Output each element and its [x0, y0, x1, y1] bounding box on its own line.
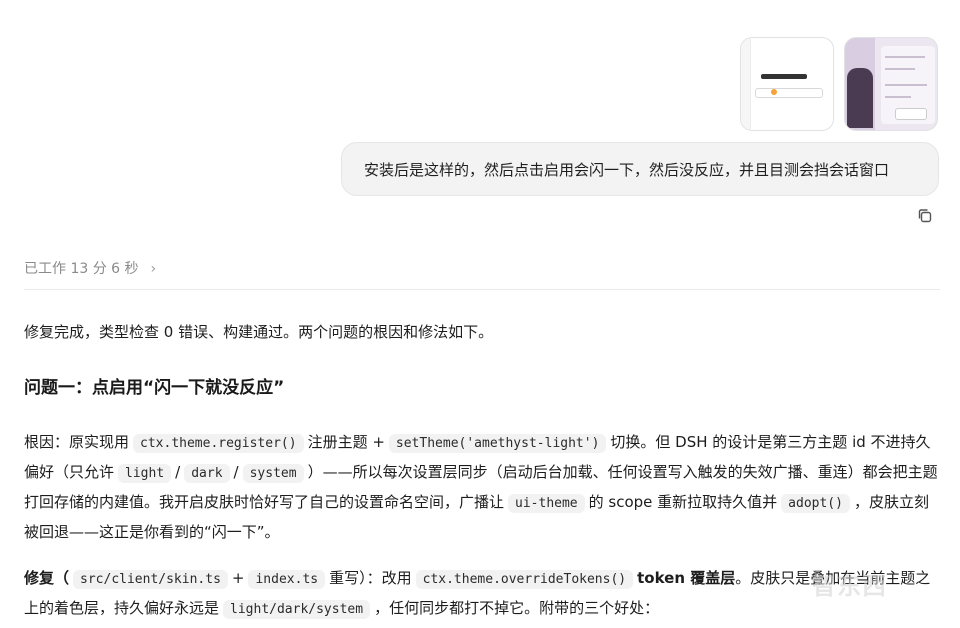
issue-heading: 问题一：点启用“闪一下就没反应” — [24, 378, 285, 398]
inline-code: setTheme('amethyst-light') — [388, 434, 607, 453]
inline-code: light — [118, 464, 172, 483]
work-duration-toggle[interactable]: 已工作 13 分 6 秒 › — [24, 258, 156, 278]
inline-code: ctx.theme.register() — [133, 434, 304, 453]
chevron-right-icon: › — [150, 261, 157, 277]
inline-code: adopt() — [781, 494, 850, 513]
inline-code: system — [242, 464, 304, 483]
attachment-thumbnails — [740, 37, 938, 131]
thumb-line — [885, 68, 915, 70]
thumb-sidebar — [741, 38, 751, 130]
inline-code: src/client/skin.ts — [73, 570, 228, 589]
thumb-switch — [895, 108, 927, 120]
fix-paragraph: 修复（ src/client/skin.ts + index.ts 重写）：改用 ctx.… — [24, 569, 931, 619]
work-duration-label: 已工作 13 分 6 秒 — [24, 261, 139, 277]
cause-paragraph: 根因：原实现用 ctx.theme.register() 注册主题 + setThem… — [24, 433, 938, 541]
inline-code: index.ts — [248, 570, 326, 589]
attachment-thumbnail-2[interactable] — [844, 37, 938, 131]
user-message-bubble: 安装后是这样的，然后点击启用会闪一下，然后没反应，并且目测会挡会话窗口 — [341, 142, 939, 196]
copy-icon[interactable] — [916, 207, 934, 225]
inline-code: ctx.theme.overrideTokens() — [415, 570, 634, 589]
thumb-line — [885, 84, 927, 86]
divider — [24, 289, 940, 290]
thumb-title — [761, 74, 807, 79]
watermark: 智东西 — [812, 572, 887, 600]
thumb-line — [885, 56, 925, 58]
inline-code: light/dark/system — [223, 600, 371, 619]
thumb-input — [755, 88, 823, 98]
attachment-thumbnail-1[interactable] — [740, 37, 834, 131]
thumb-line — [885, 96, 911, 98]
thumb-figure — [847, 68, 873, 128]
thumb-dot — [771, 89, 777, 95]
summary-paragraph: 修复完成，类型检查 0 错误、构建通过。两个问题的根因和修法如下。 — [24, 323, 494, 341]
inline-code: ui-theme — [508, 494, 585, 513]
inline-code: dark — [184, 464, 230, 483]
